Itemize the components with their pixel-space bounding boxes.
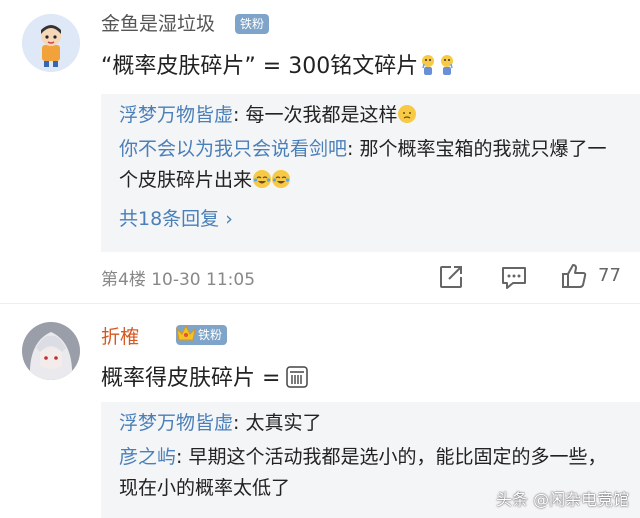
comment-text-2-content: 概率得皮肤碎片 = — [101, 366, 281, 391]
fan-badge-2-label: 铁粉 — [198, 328, 223, 342]
laughing-crying-icon — [272, 170, 291, 188]
comment-meta: 第4楼 10-30 11:05 — [101, 270, 256, 290]
crying-figure-icon — [422, 55, 435, 75]
reply-separator: : — [176, 446, 189, 468]
more-replies-link[interactable]: 共18条回复 › — [119, 204, 233, 231]
fan-badge-2: 铁粉 — [176, 324, 228, 345]
reply-item: 浮梦万物皆虚: 每一次我都是这样 — [119, 100, 417, 131]
reply-item: 你不会以为我只会说看剑吧: 那个概率宝箱的我就只爆了一个皮肤碎片出来 — [119, 134, 619, 196]
username-2[interactable]: 折榷 — [101, 322, 139, 349]
cartoon-avatar-icon — [22, 14, 80, 72]
username-1[interactable]: 金鱼是湿垃圾 — [101, 9, 215, 36]
reply-box-1: 浮梦万物皆虚: 每一次我都是这样 你不会以为我只会说看剑吧: 那个概率宝箱的我就… — [101, 94, 640, 252]
sad-face-icon — [398, 105, 417, 123]
comment-divider — [0, 303, 640, 304]
reply-text: 太真实了 — [245, 412, 322, 434]
comment-text-1-content: “概率皮肤碎片” = 300铭文碎片 — [101, 54, 419, 79]
reply-text: 每一次我都是这样 — [245, 104, 398, 126]
share-icon[interactable] — [438, 264, 464, 290]
anime-avatar-icon — [22, 322, 80, 380]
speechless-icon — [286, 366, 309, 388]
comment-text-2: 概率得皮肤碎片 = — [101, 360, 309, 392]
crown-icon — [176, 324, 196, 341]
reply-separator: : — [233, 412, 246, 434]
crying-figure-icon — [441, 55, 454, 75]
thumbs-up-icon[interactable] — [560, 262, 588, 290]
reply-username[interactable]: 浮梦万物皆虚 — [119, 412, 233, 434]
comment-icon[interactable] — [500, 264, 528, 290]
reply-separator: : — [233, 104, 246, 126]
reply-separator: : — [347, 138, 360, 160]
user-avatar-1[interactable] — [22, 14, 80, 72]
reply-username[interactable]: 彦之屿 — [119, 446, 176, 468]
like-count: 77 — [598, 265, 621, 286]
watermark: 头条 @闲杂电竞馆 — [496, 490, 630, 509]
fan-badge-1: 铁粉 — [235, 14, 270, 34]
comment-text-1: “概率皮肤碎片” = 300铭文碎片 — [101, 48, 456, 80]
reply-username[interactable]: 你不会以为我只会说看剑吧 — [119, 138, 347, 160]
reply-username[interactable]: 浮梦万物皆虚 — [119, 104, 233, 126]
laughing-crying-icon — [253, 170, 272, 188]
reply-item: 浮梦万物皆虚: 太真实了 — [119, 408, 321, 439]
user-avatar-2[interactable] — [22, 322, 80, 380]
